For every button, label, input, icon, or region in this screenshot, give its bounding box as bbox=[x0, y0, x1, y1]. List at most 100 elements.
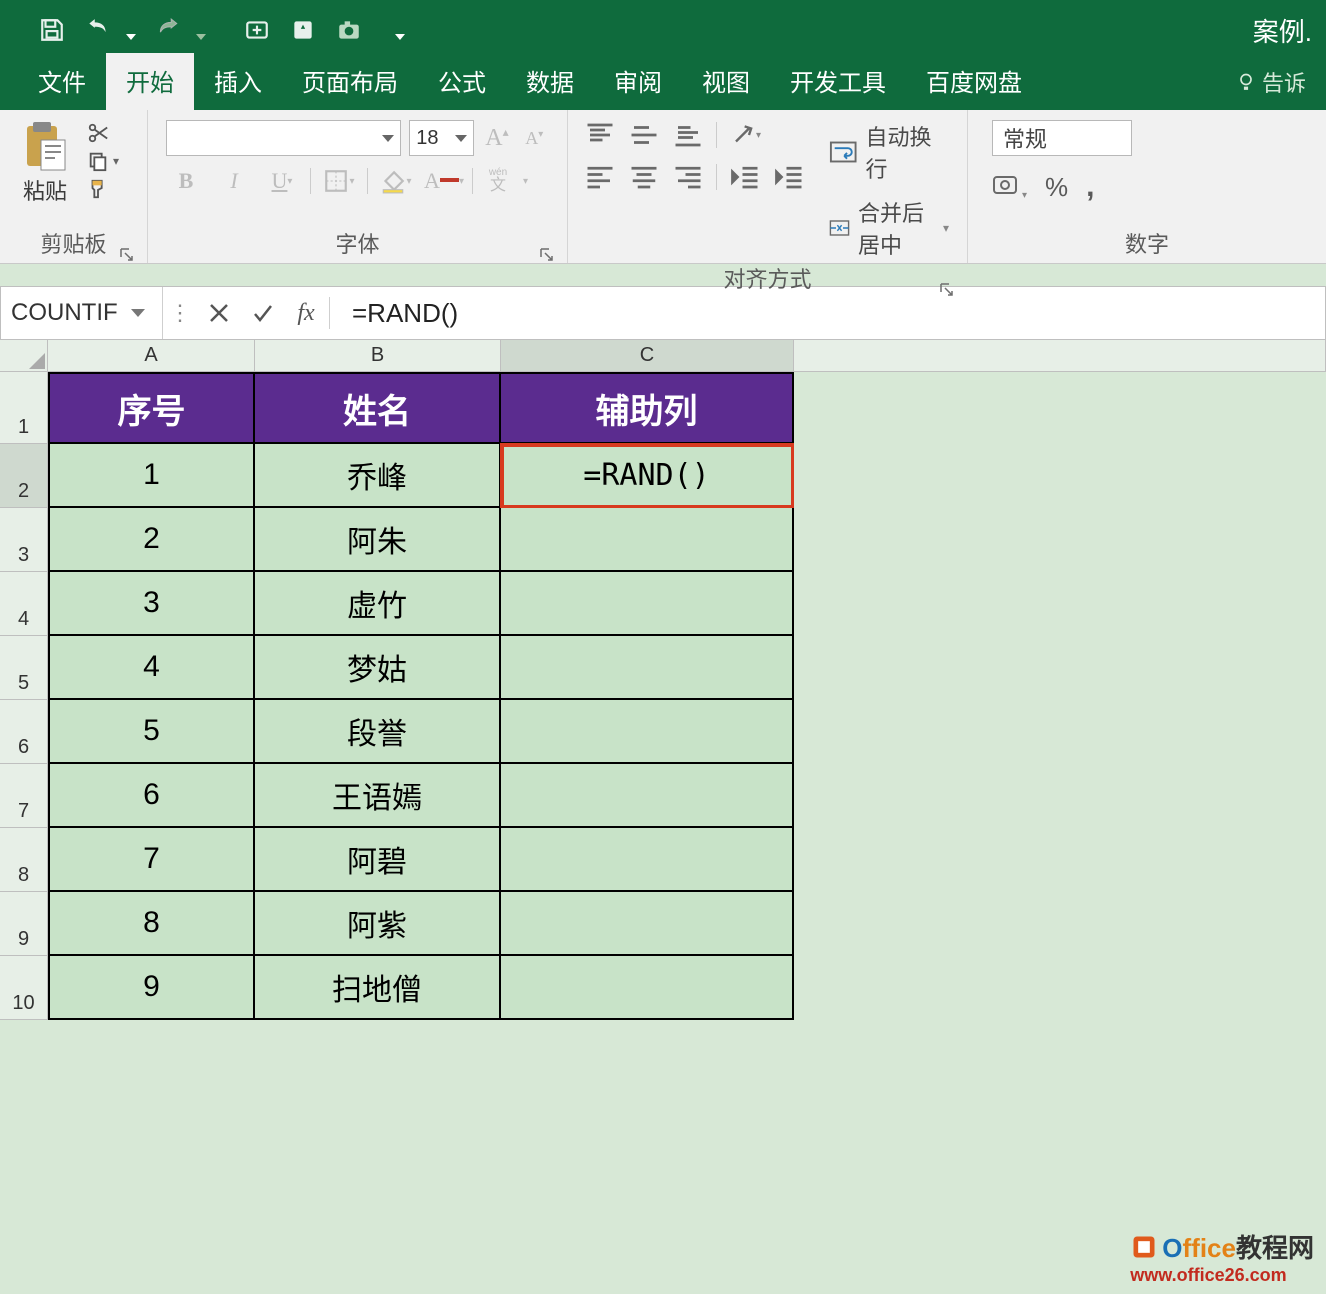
wrap-text-button[interactable]: 自动换行 bbox=[829, 120, 949, 184]
cell[interactable] bbox=[501, 636, 794, 700]
row-header[interactable]: 10 bbox=[0, 956, 48, 1020]
enter-formula-button[interactable] bbox=[241, 287, 285, 339]
row-header[interactable]: 3 bbox=[0, 508, 48, 572]
font-name-selector[interactable] bbox=[166, 120, 401, 156]
qat-customize-icon[interactable] bbox=[395, 34, 405, 40]
formula-input[interactable]: =RAND() bbox=[330, 298, 1325, 329]
cell[interactable]: 辅助列 bbox=[501, 372, 794, 444]
dialog-launcher-icon[interactable] bbox=[939, 278, 955, 294]
tab-insert[interactable]: 插入 bbox=[194, 53, 282, 110]
undo-icon[interactable] bbox=[84, 16, 112, 44]
fill-color-button[interactable]: ▾ bbox=[376, 166, 416, 196]
cell[interactable]: 扫地僧 bbox=[255, 956, 501, 1020]
cell[interactable]: 乔峰 bbox=[255, 444, 501, 508]
active-cell[interactable]: =RAND() bbox=[501, 444, 794, 508]
name-box-resize[interactable]: ⋮ bbox=[163, 300, 197, 326]
borders-button[interactable]: ▾ bbox=[319, 166, 359, 196]
orientation-button[interactable]: ▾ bbox=[729, 120, 761, 150]
tab-page-layout[interactable]: 页面布局 bbox=[282, 53, 418, 110]
empty-cells[interactable] bbox=[794, 372, 1326, 1020]
row-header[interactable]: 2 bbox=[0, 444, 48, 508]
underline-button[interactable]: U ▾ bbox=[262, 166, 302, 196]
cell[interactable]: 虚竹 bbox=[255, 572, 501, 636]
paste-button[interactable]: 粘贴 bbox=[10, 116, 80, 225]
cell[interactable]: 5 bbox=[48, 700, 255, 764]
cell[interactable]: 8 bbox=[48, 892, 255, 956]
cell[interactable] bbox=[501, 828, 794, 892]
align-middle-button[interactable] bbox=[628, 120, 660, 150]
format-painter-button[interactable] bbox=[86, 178, 120, 200]
save-icon[interactable] bbox=[38, 16, 66, 44]
cell[interactable]: 姓名 bbox=[255, 372, 501, 444]
cell[interactable]: 7 bbox=[48, 828, 255, 892]
insert-function-button[interactable]: fx bbox=[285, 287, 329, 339]
phonetic-button[interactable]: wén文 bbox=[481, 166, 515, 196]
cell[interactable]: 阿碧 bbox=[255, 828, 501, 892]
dialog-launcher-icon[interactable] bbox=[539, 243, 555, 259]
align-center-button[interactable] bbox=[628, 162, 660, 192]
italic-button[interactable]: I bbox=[214, 166, 254, 196]
bold-button[interactable]: B bbox=[166, 166, 206, 196]
decrease-indent-button[interactable] bbox=[729, 162, 761, 192]
row-header[interactable]: 1 bbox=[0, 372, 48, 444]
dialog-launcher-icon[interactable] bbox=[119, 243, 135, 259]
percent-button[interactable]: % bbox=[1045, 172, 1068, 203]
tab-home[interactable]: 开始 bbox=[106, 53, 194, 110]
addins-icon[interactable] bbox=[289, 16, 317, 44]
cell[interactable] bbox=[501, 700, 794, 764]
cell[interactable] bbox=[501, 508, 794, 572]
col-header-a[interactable]: A bbox=[48, 340, 255, 372]
cell[interactable]: 1 bbox=[48, 444, 255, 508]
select-all-button[interactable] bbox=[0, 340, 48, 372]
row-header[interactable]: 7 bbox=[0, 764, 48, 828]
row-header[interactable]: 9 bbox=[0, 892, 48, 956]
cell[interactable] bbox=[501, 572, 794, 636]
row-header[interactable]: 8 bbox=[0, 828, 48, 892]
tab-file[interactable]: 文件 bbox=[18, 53, 106, 110]
tab-developer[interactable]: 开发工具 bbox=[770, 53, 906, 110]
cell[interactable]: 序号 bbox=[48, 372, 255, 444]
comma-button[interactable]: , bbox=[1086, 170, 1094, 204]
merge-center-button[interactable]: 合并后居中 ▾ bbox=[829, 196, 949, 260]
col-header-c[interactable]: C bbox=[501, 340, 794, 372]
row-header[interactable]: 5 bbox=[0, 636, 48, 700]
col-header-b[interactable]: B bbox=[255, 340, 501, 372]
cell[interactable]: 梦姑 bbox=[255, 636, 501, 700]
font-size-selector[interactable]: 18 bbox=[409, 120, 474, 156]
tab-tell-me[interactable]: 告诉 bbox=[1216, 56, 1326, 110]
accounting-button[interactable]: ▾ bbox=[992, 172, 1027, 203]
tab-baidu[interactable]: 百度网盘 bbox=[906, 53, 1042, 110]
tab-view[interactable]: 视图 bbox=[682, 53, 770, 110]
row-header[interactable]: 6 bbox=[0, 700, 48, 764]
tab-formulas[interactable]: 公式 bbox=[418, 53, 506, 110]
cell[interactable]: 王语嫣 bbox=[255, 764, 501, 828]
cancel-formula-button[interactable] bbox=[197, 287, 241, 339]
cell[interactable] bbox=[501, 764, 794, 828]
cell[interactable]: 阿紫 bbox=[255, 892, 501, 956]
name-box[interactable]: COUNTIF bbox=[1, 287, 163, 339]
cell[interactable]: 9 bbox=[48, 956, 255, 1020]
align-left-button[interactable] bbox=[584, 162, 616, 192]
cell[interactable]: 4 bbox=[48, 636, 255, 700]
align-bottom-button[interactable] bbox=[672, 120, 704, 150]
align-right-button[interactable] bbox=[672, 162, 704, 192]
cell[interactable]: 段誉 bbox=[255, 700, 501, 764]
row-header[interactable]: 4 bbox=[0, 572, 48, 636]
increase-indent-button[interactable] bbox=[773, 162, 805, 192]
cell[interactable]: 3 bbox=[48, 572, 255, 636]
number-format-selector[interactable]: 常规 bbox=[992, 120, 1132, 156]
chevron-down-icon[interactable] bbox=[124, 309, 152, 317]
undo-dropdown-icon[interactable] bbox=[126, 34, 136, 40]
tab-data[interactable]: 数据 bbox=[506, 53, 594, 110]
camera-icon[interactable] bbox=[335, 16, 363, 44]
cell[interactable] bbox=[501, 956, 794, 1020]
cell[interactable]: 阿朱 bbox=[255, 508, 501, 572]
cut-button[interactable] bbox=[86, 122, 120, 144]
cell[interactable] bbox=[501, 892, 794, 956]
touch-mode-icon[interactable] bbox=[243, 16, 271, 44]
cell[interactable]: 6 bbox=[48, 764, 255, 828]
font-color-button[interactable]: A ▾ bbox=[424, 166, 464, 196]
cell[interactable]: 2 bbox=[48, 508, 255, 572]
copy-button[interactable]: ▾ bbox=[86, 150, 120, 172]
col-header-rest[interactable] bbox=[794, 340, 1326, 372]
